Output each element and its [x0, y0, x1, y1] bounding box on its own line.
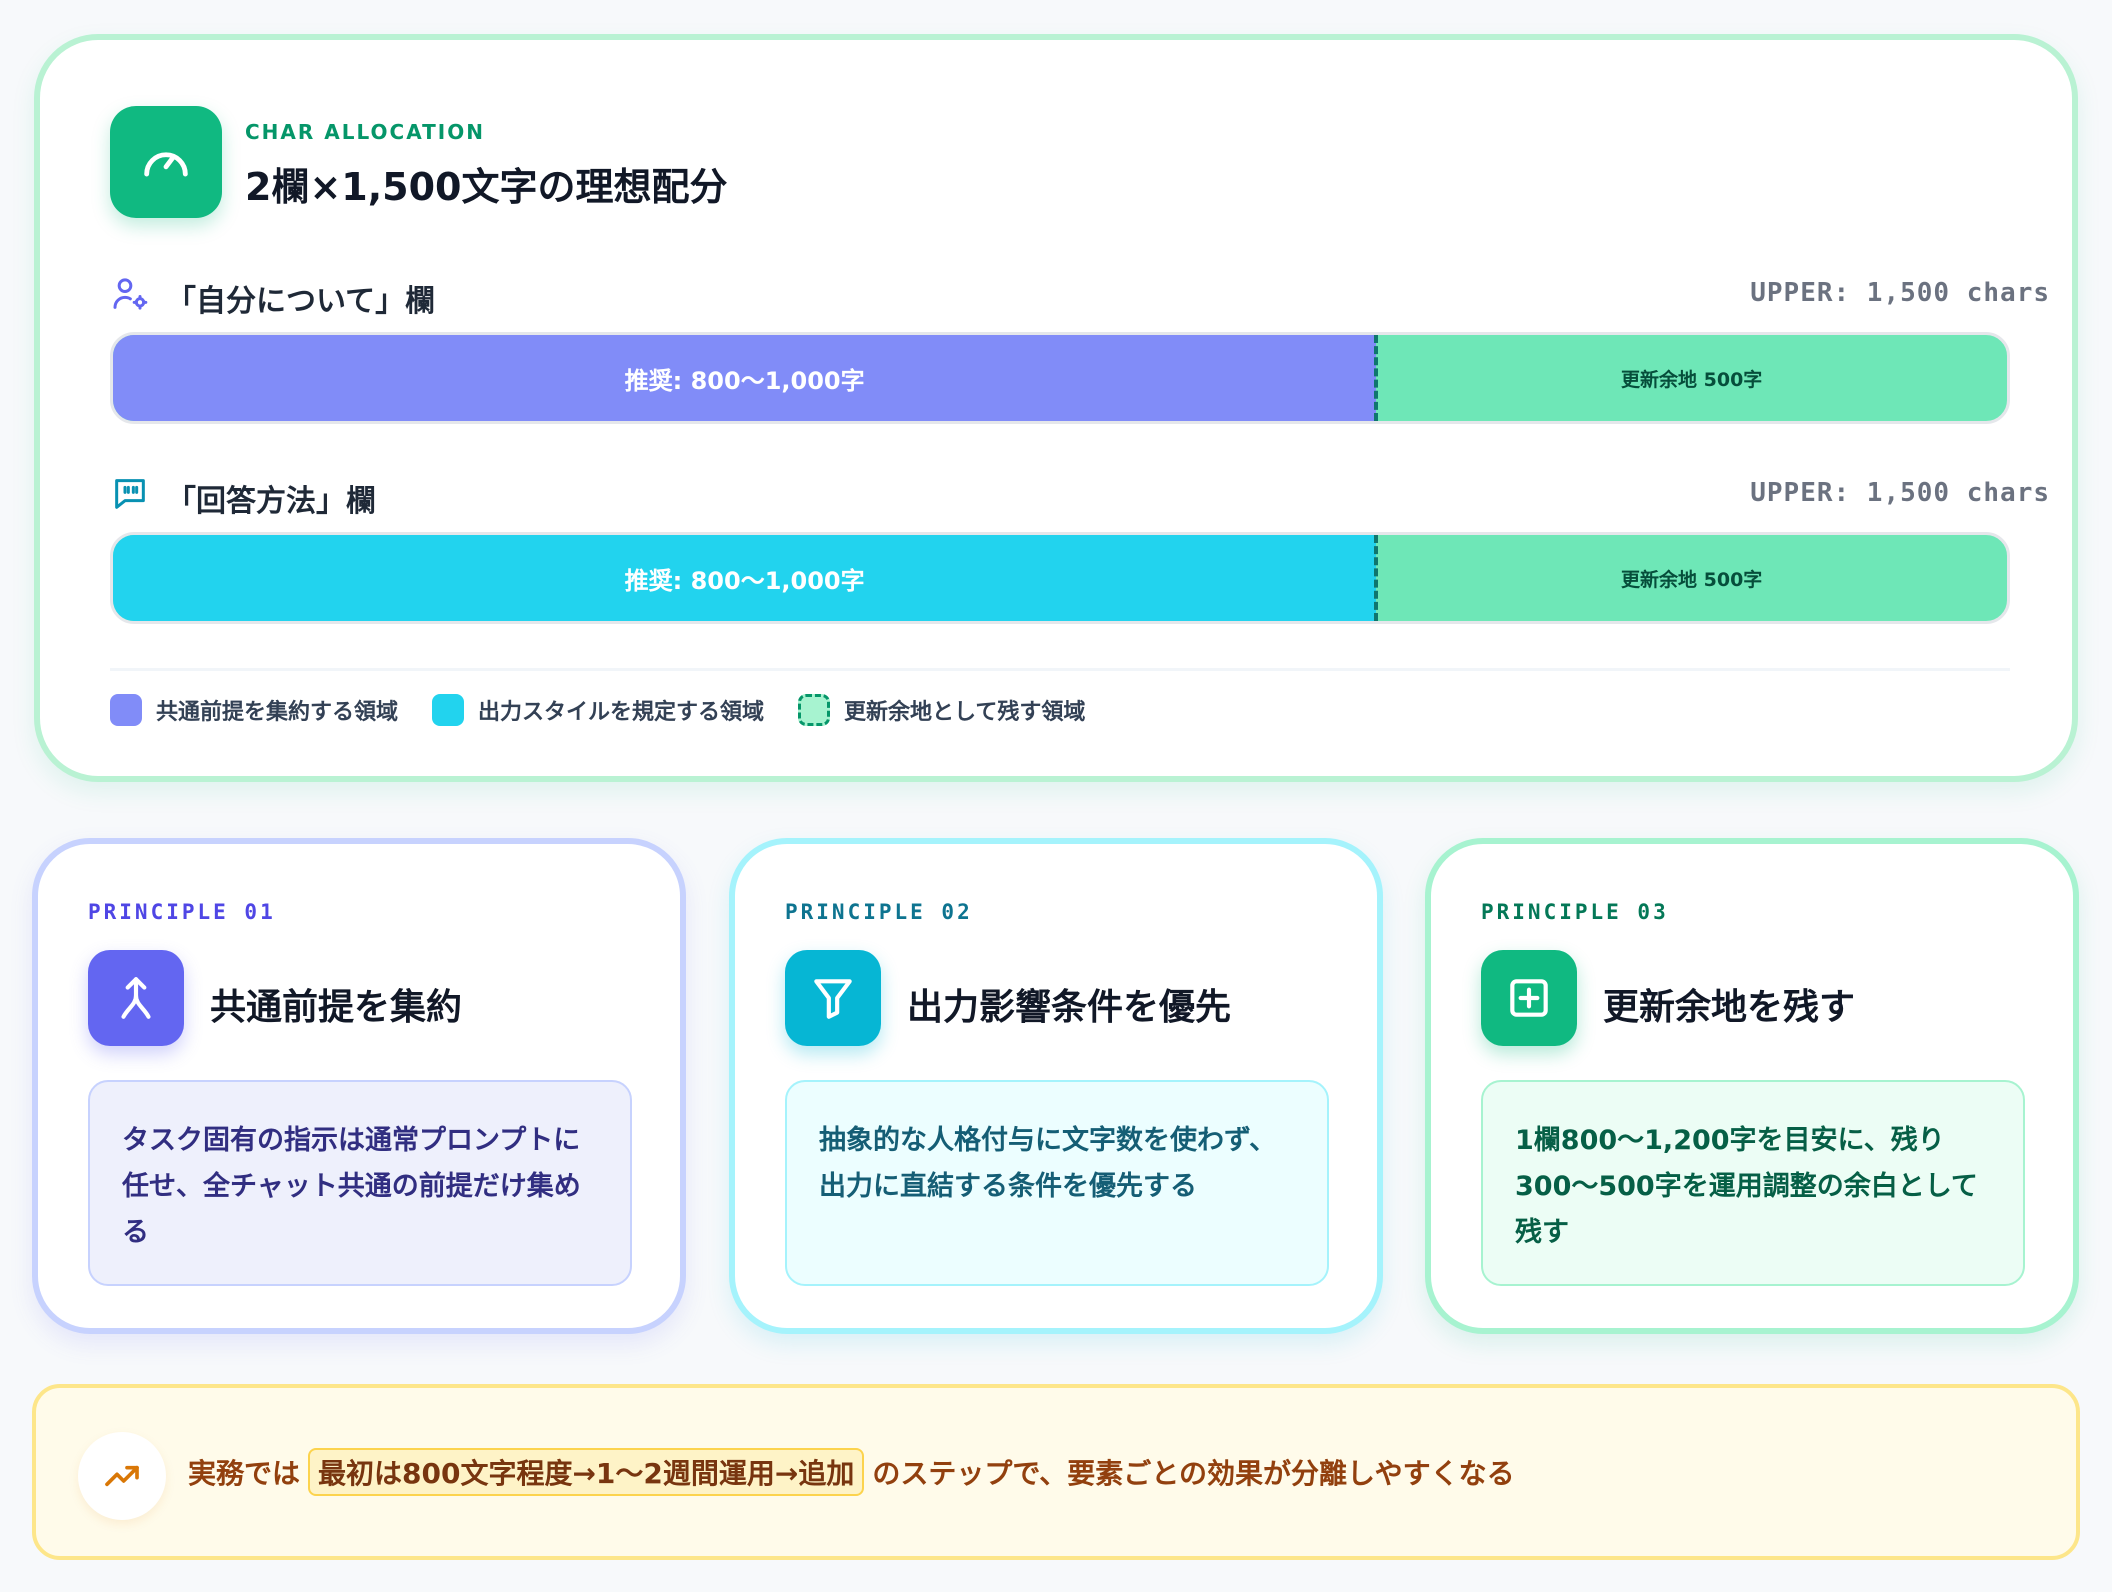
- principle-card-01: PRINCIPLE 01 共通前提を集約 タスク固有の指示は通常プロンプトに任せ…: [32, 838, 686, 1334]
- note-prefix: 実務では: [188, 1457, 301, 1490]
- row-upper-limit: UPPER: 1,500 chars: [1750, 278, 2050, 308]
- principle-title: 出力影響条件を優先: [907, 987, 1232, 1028]
- note-highlight: 最初は800文字程度→1〜2週間運用→追加: [308, 1448, 865, 1496]
- recommended-segment: 推奨: 800〜1,000字: [113, 335, 1377, 421]
- legend-swatch: [798, 694, 831, 726]
- filter-icon: [785, 950, 881, 1046]
- legend: 共通前提を集約する領域 出力スタイルを規定する領域 更新余地として残す領域: [110, 690, 1085, 730]
- quote-bubble-icon: [110, 474, 150, 514]
- legend-item: 更新余地として残す領域: [798, 694, 1085, 726]
- principle-body: タスク固有の指示は通常プロンプトに任せ、全チャット共通の前提だけ集める: [88, 1080, 632, 1286]
- bar-divider: [1374, 335, 1379, 421]
- allocation-title: 2欄×1,500文字の理想配分: [245, 165, 728, 209]
- legend-swatch: [110, 694, 142, 726]
- note-text: 実務では 最初は800文字程度→1〜2週間運用→追加 のステップで、要素ごとの効…: [188, 1388, 1515, 1556]
- bar-divider: [1374, 535, 1379, 621]
- legend-divider: [110, 668, 2010, 671]
- allocation-bar-about-me: 推奨: 800〜1,000字 更新余地 500字: [110, 332, 2010, 424]
- principle-eyebrow: PRINCIPLE 03: [1481, 900, 1669, 924]
- recommended-segment: 推奨: 800〜1,000字: [113, 535, 1377, 621]
- plus-square-icon: [1481, 950, 1577, 1046]
- trending-up-icon: [78, 1432, 166, 1520]
- note-suffix: のステップで、要素ごとの効果が分離しやすくなる: [872, 1457, 1515, 1490]
- legend-label: 出力スタイルを規定する領域: [478, 700, 765, 725]
- gauge-icon: [110, 106, 222, 218]
- user-settings-icon: [110, 274, 150, 314]
- principle-title: 共通前提を集約: [210, 987, 463, 1028]
- legend-label: 更新余地として残す領域: [844, 700, 1086, 725]
- row-label: 「自分について」欄: [166, 284, 436, 319]
- principle-eyebrow: PRINCIPLE 02: [785, 900, 973, 924]
- allocation-bar-response-style: 推奨: 800〜1,000字 更新余地 500字: [110, 532, 2010, 624]
- principle-card-03: PRINCIPLE 03 更新余地を残す 1欄800〜1,200字を目安に、残り…: [1425, 838, 2079, 1334]
- legend-label: 共通前提を集約する領域: [156, 700, 399, 725]
- legend-item: 共通前提を集約する領域: [110, 694, 398, 726]
- legend-item: 出力スタイルを規定する領域: [432, 694, 764, 726]
- char-allocation-card: CHAR ALLOCATION 2欄×1,500文字の理想配分 「自分について」…: [34, 34, 2078, 782]
- row-about-me-header: 「自分について」欄 UPPER: 1,500 chars: [110, 272, 2050, 319]
- remaining-segment: 更新余地 500字: [1621, 568, 1763, 591]
- row-upper-limit: UPPER: 1,500 chars: [1750, 478, 2050, 508]
- principle-title: 更新余地を残す: [1603, 987, 1856, 1028]
- remaining-segment: 更新余地 500字: [1621, 368, 1763, 391]
- allocation-eyebrow: CHAR ALLOCATION: [245, 120, 485, 144]
- row-label: 「回答方法」欄: [166, 484, 376, 519]
- merge-icon: [88, 950, 184, 1046]
- principle-body: 抽象的な人格付与に文字数を使わず、出力に直結する条件を優先する: [785, 1080, 1329, 1286]
- principle-body: 1欄800〜1,200字を目安に、残り300〜500字を運用調整の余白として残す: [1481, 1080, 2025, 1286]
- practice-note: 実務では 最初は800文字程度→1〜2週間運用→追加 のステップで、要素ごとの効…: [32, 1384, 2080, 1560]
- legend-swatch: [432, 694, 465, 726]
- principle-eyebrow: PRINCIPLE 01: [88, 900, 276, 924]
- row-response-style-header: 「回答方法」欄 UPPER: 1,500 chars: [110, 472, 2050, 519]
- principle-card-02: PRINCIPLE 02 出力影響条件を優先 抽象的な人格付与に文字数を使わず、…: [729, 838, 1383, 1334]
